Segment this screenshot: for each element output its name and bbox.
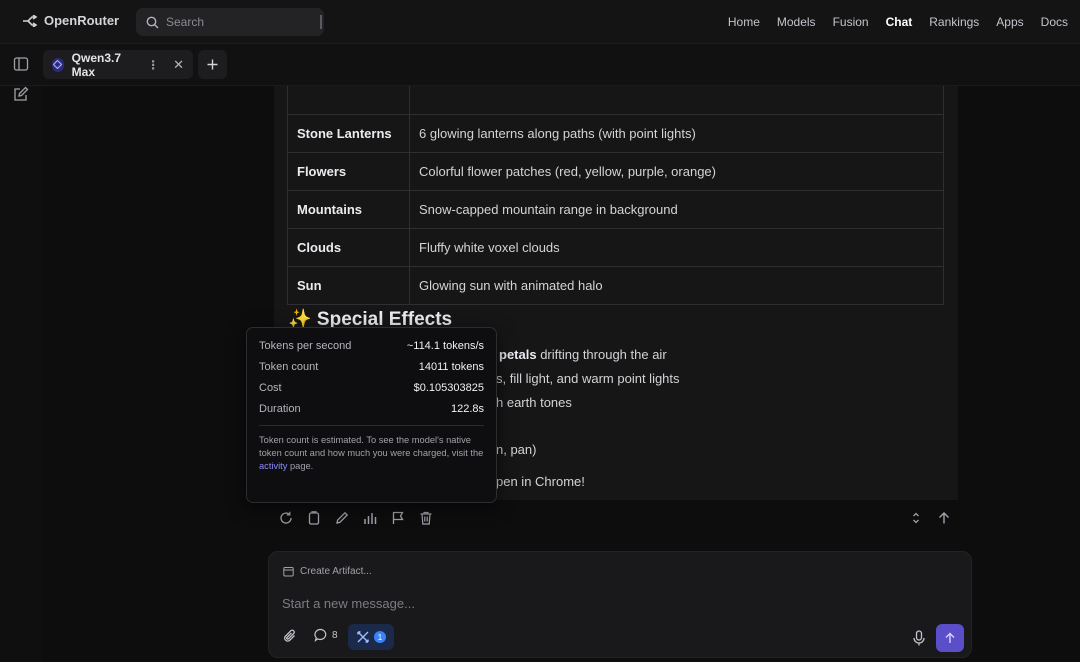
message-input[interactable] — [282, 596, 882, 611]
openrouter-logo-icon — [23, 14, 38, 27]
nav-apps[interactable]: Apps — [996, 15, 1023, 29]
divider — [259, 425, 484, 426]
scroll-up-icon[interactable] — [936, 510, 952, 526]
artifact-icon — [283, 567, 294, 577]
note-text-end: page. — [287, 461, 314, 471]
table-cell-value: Fluffy white voxel clouds — [409, 228, 944, 267]
send-button[interactable] — [936, 624, 964, 652]
chat-bubble-icon — [314, 628, 327, 642]
artifact-label: Create Artifact... — [300, 566, 372, 577]
table-row: Sun Glowing sun with animated halo — [287, 266, 944, 305]
bullet-text: drifting through the air — [536, 347, 667, 362]
stats-icon[interactable] — [362, 510, 378, 526]
delete-icon[interactable] — [418, 510, 434, 526]
features-table: Stone Lanterns 6 glowing lanterns along p… — [287, 86, 944, 305]
new-chat-icon[interactable] — [13, 86, 29, 102]
generation-stats-tooltip: Tokens per second ~114.1 tokens/s Token c… — [246, 327, 497, 503]
bullet-item: s, fill light, and warm point lights — [496, 371, 680, 386]
table-cell-key — [287, 86, 410, 115]
stat-value: ~114.1 tokens/s — [406, 340, 484, 352]
stat-row: Cost $0.105303825 — [259, 382, 484, 394]
table-cell-value — [409, 86, 944, 115]
create-artifact-button[interactable]: Create Artifact... — [283, 566, 372, 577]
edit-icon[interactable] — [334, 510, 350, 526]
attach-button[interactable] — [282, 628, 298, 644]
activity-link[interactable]: activity — [259, 461, 287, 471]
regenerate-icon[interactable] — [278, 510, 294, 526]
message-actions — [278, 510, 434, 526]
table-row: Mountains Snow-capped mountain range in b… — [287, 190, 944, 229]
nav-chat[interactable]: Chat — [886, 15, 913, 29]
token-note: Token count is estimated. To see the mod… — [259, 434, 484, 473]
stat-label: Cost — [259, 382, 282, 394]
table-cell-value: Colorful flower patches (red, yellow, pu… — [409, 152, 944, 191]
message-composer: Create Artifact... 8 1 — [268, 551, 972, 658]
top-bar: OpenRouter Home Models Fusion Chat Ranki… — [0, 0, 1080, 44]
more-options-icon[interactable]: ⋮ — [147, 58, 159, 72]
tools-badge: 1 — [374, 631, 386, 643]
table-row: Stone Lanterns 6 glowing lanterns along p… — [287, 114, 944, 153]
add-tab-button[interactable] — [198, 50, 227, 79]
tab-active-model[interactable]: Qwen3.7 Max ⋮ ✕ — [43, 50, 193, 79]
arrow-up-icon — [945, 632, 955, 643]
paperclip-icon — [284, 629, 295, 642]
bullet-item: h earth tones — [496, 395, 572, 410]
sidebar-toggle-icon[interactable] — [13, 56, 29, 72]
search-box[interactable] — [136, 8, 324, 36]
stat-value: 122.8s — [450, 403, 484, 415]
search-icon — [146, 16, 159, 28]
expand-collapse-icon[interactable] — [908, 510, 924, 526]
stat-label: Tokens per second — [259, 340, 352, 352]
table-cell-value: Glowing sun with animated halo — [409, 266, 944, 305]
stat-label: Token count — [259, 361, 319, 373]
nav-fusion[interactable]: Fusion — [833, 15, 869, 29]
tab-label: Qwen3.7 Max — [71, 50, 122, 79]
flag-icon[interactable] — [390, 510, 406, 526]
copy-icon[interactable] — [306, 510, 322, 526]
bullet-item: pen in Chrome! — [496, 474, 585, 489]
table-cell-value: Snow-capped mountain range in background — [409, 190, 944, 229]
table-cell-key: Mountains — [287, 190, 410, 229]
tools-icon — [357, 631, 369, 643]
qwen-logo-icon — [52, 57, 64, 72]
brand-logo[interactable]: OpenRouter — [22, 13, 119, 28]
top-nav: Home Models Fusion Chat Rankings Apps Do… — [728, 15, 1068, 29]
stat-row: Tokens per second ~114.1 tokens/s — [259, 340, 484, 352]
nav-home[interactable]: Home — [728, 15, 760, 29]
chat-count-button[interactable]: 8 — [314, 628, 338, 642]
stat-value: $0.105303825 — [413, 382, 484, 394]
stat-row: Duration 122.8s — [259, 403, 484, 415]
chat-count: 8 — [332, 629, 338, 641]
search-input[interactable] — [166, 15, 306, 29]
close-icon[interactable]: ✕ — [173, 57, 184, 73]
nav-docs[interactable]: Docs — [1041, 15, 1068, 29]
left-sidebar — [0, 86, 42, 662]
bullet-bold-text: petals — [499, 347, 537, 362]
table-cell-key: Sun — [287, 266, 410, 305]
tab-bar: Qwen3.7 Max ⋮ ✕ — [0, 44, 1080, 86]
stat-label: Duration — [259, 403, 301, 415]
message-nav-actions — [908, 510, 952, 526]
table-row: Flowers Colorful flower patches (red, yel… — [287, 152, 944, 191]
note-text: Token count is estimated. To see the mod… — [259, 435, 484, 458]
plus-icon — [207, 59, 218, 70]
bullet-item: petals drifting through the air — [499, 347, 667, 362]
nav-models[interactable]: Models — [777, 15, 816, 29]
table-cell-key: Stone Lanterns — [287, 114, 410, 153]
tools-button[interactable]: 1 — [348, 624, 394, 650]
search-shortcut-hint — [320, 15, 322, 29]
nav-rankings[interactable]: Rankings — [929, 15, 979, 29]
stat-row: Token count 14011 tokens — [259, 361, 484, 373]
stat-value: 14011 tokens — [418, 361, 484, 373]
table-row: Clouds Fluffy white voxel clouds — [287, 228, 944, 267]
brand-name: OpenRouter — [44, 13, 120, 28]
table-cell-key: Flowers — [287, 152, 410, 191]
bullet-item: n, pan) — [496, 442, 537, 457]
table-row — [287, 86, 944, 115]
microphone-icon[interactable] — [912, 630, 926, 646]
table-cell-value: 6 glowing lanterns along paths (with poi… — [409, 114, 944, 153]
table-cell-key: Clouds — [287, 228, 410, 267]
